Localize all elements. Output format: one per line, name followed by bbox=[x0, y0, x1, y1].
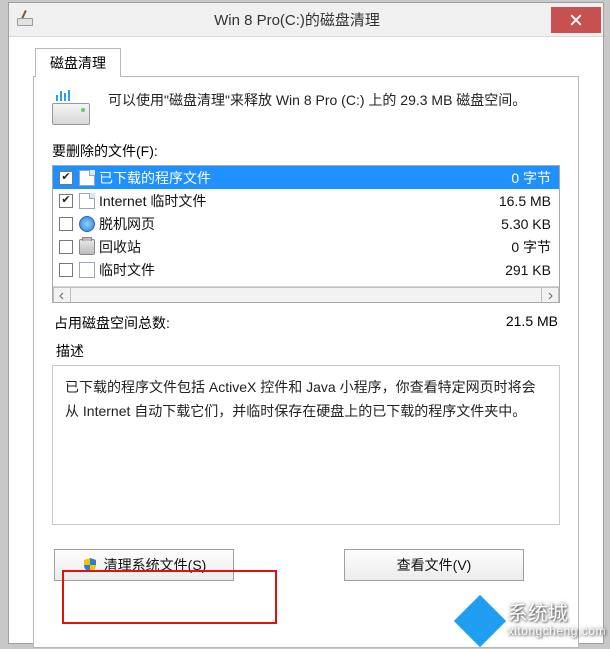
file-row[interactable]: 临时文件291 KB bbox=[53, 258, 559, 281]
tab-panel: 可以使用"磁盘清理"来释放 Win 8 Pro (C:) 上的 29.3 MB … bbox=[33, 76, 579, 648]
file-name: 脱机网页 bbox=[99, 214, 465, 234]
tabstrip: 磁盘清理 bbox=[35, 47, 579, 76]
total-label: 占用磁盘空间总数: bbox=[54, 313, 448, 333]
page-icon bbox=[79, 193, 95, 209]
page-icon bbox=[79, 170, 95, 186]
file-row[interactable]: 已下载的程序文件0 字节 bbox=[53, 166, 559, 189]
file-name: 回收站 bbox=[99, 237, 465, 257]
horizontal-scrollbar[interactable] bbox=[53, 286, 559, 303]
file-icon bbox=[79, 262, 95, 278]
file-size: 16.5 MB bbox=[465, 193, 555, 209]
close-button[interactable] bbox=[551, 7, 601, 33]
drive-cleanup-icon bbox=[52, 89, 96, 131]
file-row[interactable]: 回收站0 字节 bbox=[53, 235, 559, 258]
intro-text: 可以使用"磁盘清理"来释放 Win 8 Pro (C:) 上的 29.3 MB … bbox=[108, 89, 526, 131]
view-files-button[interactable]: 查看文件(V) bbox=[344, 549, 524, 581]
tab-disk-cleanup[interactable]: 磁盘清理 bbox=[35, 48, 121, 77]
titlebar[interactable]: Win 8 Pro(C:)的磁盘清理 bbox=[9, 3, 603, 37]
total-value: 21.5 MB bbox=[448, 313, 558, 333]
file-checkbox[interactable] bbox=[59, 240, 73, 254]
file-size: 5.30 KB bbox=[465, 216, 555, 232]
file-row[interactable]: 脱机网页5.30 KB bbox=[53, 212, 559, 235]
files-to-delete-label: 要删除的文件(F): bbox=[52, 141, 560, 161]
file-name: 已下载的程序文件 bbox=[99, 168, 465, 188]
window-title: Win 8 Pro(C:)的磁盘清理 bbox=[43, 9, 551, 30]
view-files-label: 查看文件(V) bbox=[397, 555, 472, 575]
window: Win 8 Pro(C:)的磁盘清理 磁盘清理 可以使用"磁盘清理"来释放 Wi… bbox=[8, 2, 604, 644]
clean-system-files-button[interactable]: 清理系统文件(S) bbox=[54, 549, 234, 581]
file-size: 0 字节 bbox=[465, 168, 555, 188]
file-row[interactable]: Internet 临时文件16.5 MB bbox=[53, 189, 559, 212]
file-size: 291 KB bbox=[465, 262, 555, 278]
close-icon bbox=[570, 14, 582, 26]
file-checkbox[interactable] bbox=[59, 217, 73, 231]
file-checkbox[interactable] bbox=[59, 171, 73, 185]
description-box: 已下载的程序文件包括 ActiveX 控件和 Java 小程序，你查看特定网页时… bbox=[52, 365, 560, 525]
globe-icon bbox=[79, 216, 95, 232]
window-body: 磁盘清理 可以使用"磁盘清理"来释放 Win 8 Pro (C:) 上的 29.… bbox=[9, 37, 603, 643]
file-checkbox[interactable] bbox=[59, 263, 73, 277]
disk-cleanup-icon bbox=[15, 10, 37, 30]
scroll-track[interactable] bbox=[71, 287, 541, 303]
scroll-right-button[interactable] bbox=[541, 287, 559, 303]
file-checkbox[interactable] bbox=[59, 194, 73, 208]
bin-icon bbox=[79, 239, 95, 255]
files-listbox[interactable]: 已下载的程序文件0 字节Internet 临时文件16.5 MB脱机网页5.30… bbox=[52, 165, 560, 303]
clean-system-files-label: 清理系统文件(S) bbox=[104, 555, 207, 575]
description-label: 描述 bbox=[56, 341, 560, 361]
file-name: 临时文件 bbox=[99, 260, 465, 280]
file-size: 0 字节 bbox=[465, 237, 555, 257]
uac-shield-icon bbox=[82, 557, 98, 573]
description-text: 已下载的程序文件包括 ActiveX 控件和 Java 小程序，你查看特定网页时… bbox=[65, 379, 536, 419]
file-name: Internet 临时文件 bbox=[99, 191, 465, 211]
scroll-left-button[interactable] bbox=[53, 287, 71, 303]
